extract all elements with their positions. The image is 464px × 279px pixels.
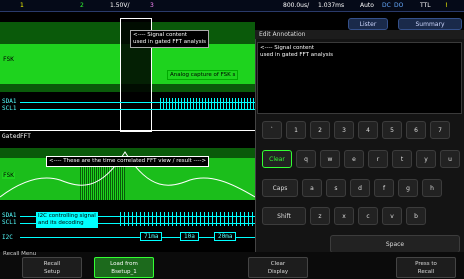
key-c[interactable]: c	[358, 207, 378, 225]
annotation-analog-capture[interactable]: Analog capture of FSK s	[167, 70, 239, 80]
clear-display-button[interactable]: Clear Display	[248, 257, 308, 278]
gated-fft-label: GatedFFT	[2, 133, 31, 140]
coupling: DC	[382, 2, 391, 9]
annotation-time-correlated[interactable]: <---- These are the time correlated FFT …	[46, 156, 210, 167]
i2c-burst-lower	[120, 212, 255, 226]
load-from-button[interactable]: Load from Bsetup_1	[94, 257, 154, 278]
ch1-indicator[interactable]: 1	[20, 2, 24, 9]
key-v[interactable]: v	[382, 207, 402, 225]
key-t[interactable]: t	[392, 150, 412, 168]
key-f[interactable]: f	[374, 179, 394, 197]
key-g[interactable]: g	[398, 179, 418, 197]
key-y[interactable]: y	[416, 150, 436, 168]
key-6[interactable]: 6	[406, 121, 426, 139]
fft-trace	[0, 151, 255, 198]
trigger-mode: Auto	[360, 2, 374, 9]
annotation-text-input[interactable]: <---- Signal content used in gated FFT a…	[257, 42, 462, 114]
tab-summary[interactable]: Summary	[398, 18, 462, 30]
press-to-recall-button[interactable]: Press to Recall	[396, 257, 456, 278]
key-d[interactable]: d	[350, 179, 370, 197]
key-2[interactable]: 2	[310, 121, 330, 139]
key-7[interactable]: 7	[430, 121, 450, 139]
key-3[interactable]: 3	[334, 121, 354, 139]
key-clear[interactable]: Clear	[262, 150, 292, 168]
sda1-label-lower: SDA1	[2, 212, 17, 219]
key-b[interactable]: b	[406, 207, 426, 225]
key-s[interactable]: s	[326, 179, 346, 197]
key-4[interactable]: 4	[358, 121, 378, 139]
key-5[interactable]: 5	[382, 121, 402, 139]
clear-display-line2: Display	[267, 269, 289, 275]
recall-setup-button[interactable]: Recall Setup	[22, 257, 82, 278]
i2c-bus-label: I2C	[2, 234, 13, 241]
annotation-signal-content[interactable]: <---- Signal content used in gated FFT a…	[130, 30, 209, 48]
load-from-line1: Load from	[110, 261, 138, 267]
ch3-indicator[interactable]: 3	[150, 2, 154, 9]
tab-lister-label: Lister	[359, 20, 377, 28]
recall-setup-line1: Recall	[43, 261, 61, 267]
key-q[interactable]: q	[296, 150, 316, 168]
load-from-line2: Bsetup_1	[111, 269, 137, 275]
delay: 1.037ms	[318, 2, 345, 9]
fsk-label-top: FSK	[2, 56, 15, 63]
scl1-label-top: SCL1	[2, 105, 17, 112]
press-to-recall-line1: Press to	[415, 261, 437, 267]
i2c-decode-packet-1: 71ma	[140, 232, 163, 241]
annotation-i2c-controlling[interactable]: I2C controlling signal and its decoding	[36, 212, 98, 228]
ch2-indicator[interactable]: 2	[80, 2, 84, 9]
sda1-label-top: SDA1	[2, 98, 17, 105]
key-backtick[interactable]: `	[262, 121, 282, 139]
key-u[interactable]: u	[440, 150, 460, 168]
key-a[interactable]: a	[302, 179, 322, 197]
key-e[interactable]: e	[344, 150, 364, 168]
key-r[interactable]: r	[368, 150, 388, 168]
key-space[interactable]: Space	[330, 235, 460, 253]
i2c-decode-packet-2: 10a	[180, 232, 199, 241]
key-x[interactable]: x	[334, 207, 354, 225]
waveform-display[interactable]: FSK SDA1 SCL1 <---- Signal content used …	[0, 12, 255, 252]
fsk-label-lower: FSK	[2, 172, 15, 179]
i2c-decode-packet-3: 20ma	[214, 232, 237, 241]
dialog-title: Edit Annotation	[259, 31, 306, 38]
key-w[interactable]: w	[320, 150, 340, 168]
clear-display-line1: Clear	[270, 261, 286, 267]
key-h[interactable]: h	[422, 179, 442, 197]
scl1-label-lower: SCL1	[2, 219, 17, 226]
status-bar: 1 2 1.50V/ 3 800.0us/ 1.037ms Auto DC DO…	[0, 0, 464, 11]
key-caps[interactable]: Caps	[262, 179, 298, 197]
logic-level: TTL	[420, 2, 431, 9]
key-shift[interactable]: Shift	[262, 207, 306, 225]
recall-setup-line2: Setup	[43, 269, 60, 275]
tab-summary-label: Summary	[415, 20, 445, 28]
channels-on: DO	[394, 2, 404, 9]
i2c-burst-top	[160, 98, 255, 110]
tab-lister[interactable]: Lister	[348, 18, 388, 30]
dialog-title-bar: Edit Annotation	[255, 30, 464, 39]
key-z[interactable]: z	[310, 207, 330, 225]
trigger-edge-icon: ⌇	[445, 2, 448, 9]
key-1[interactable]: 1	[286, 121, 306, 139]
ch1-scale: 1.50V/	[110, 2, 130, 9]
press-to-recall-line2: Recall	[417, 269, 435, 275]
zoom-separator	[0, 130, 255, 131]
time-scale: 800.0us/	[283, 2, 310, 9]
